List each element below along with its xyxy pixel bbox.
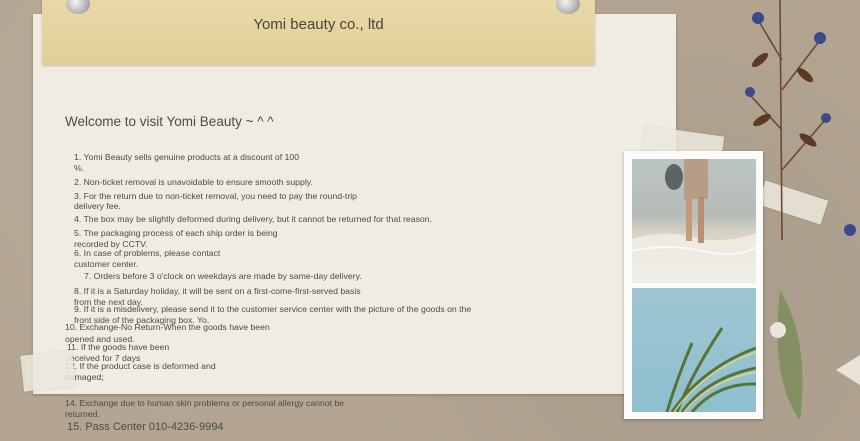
notice-line: 1. Yomi Beauty sells genuine products at… bbox=[74, 152, 300, 162]
notice-line: returned. bbox=[65, 409, 100, 419]
notice-line: 6. In case of problems, please contact bbox=[74, 248, 221, 258]
notice-line: 9. If it is a misdelivery, please send i… bbox=[74, 304, 472, 314]
notice-line: 11. If the goods have been bbox=[67, 342, 170, 352]
contact-line: 15. Pass Center 010-4236-9994 bbox=[67, 421, 224, 433]
notice-line: 8. If it is a Saturday holiday, it will … bbox=[74, 286, 361, 296]
notice-line: 14. Exchange due to human skin problems … bbox=[65, 398, 345, 408]
palm-photo bbox=[632, 288, 756, 412]
notice-line: 3. For the return due to non-ticket remo… bbox=[74, 191, 357, 201]
notice-line: 2. Non-ticket removal is unavoidable to … bbox=[74, 177, 313, 187]
notice-line: 4. The box may be slightly deformed duri… bbox=[74, 214, 432, 224]
notice-line: 10. Exchange-No Return-When the goods ha… bbox=[65, 322, 270, 332]
notice-line: delivery fee. bbox=[74, 201, 121, 211]
notice-line: %. bbox=[74, 163, 85, 173]
notice-line: customer center. bbox=[74, 259, 139, 269]
dried-flowers-decoration bbox=[745, 0, 860, 420]
beach-photo bbox=[632, 159, 756, 283]
notice-line: 7. Orders before 3 o'clock on weekdays a… bbox=[84, 271, 362, 281]
notice-line: 12. If the product case is deformed and bbox=[65, 361, 216, 371]
notice-line: 5. The packaging process of each ship or… bbox=[74, 228, 278, 238]
welcome-heading: Welcome to visit Yomi Beauty ~ ^ ^ bbox=[65, 114, 274, 129]
company-name: Yomi beauty co., ltd bbox=[253, 16, 384, 33]
tape-strip-left bbox=[20, 350, 76, 392]
